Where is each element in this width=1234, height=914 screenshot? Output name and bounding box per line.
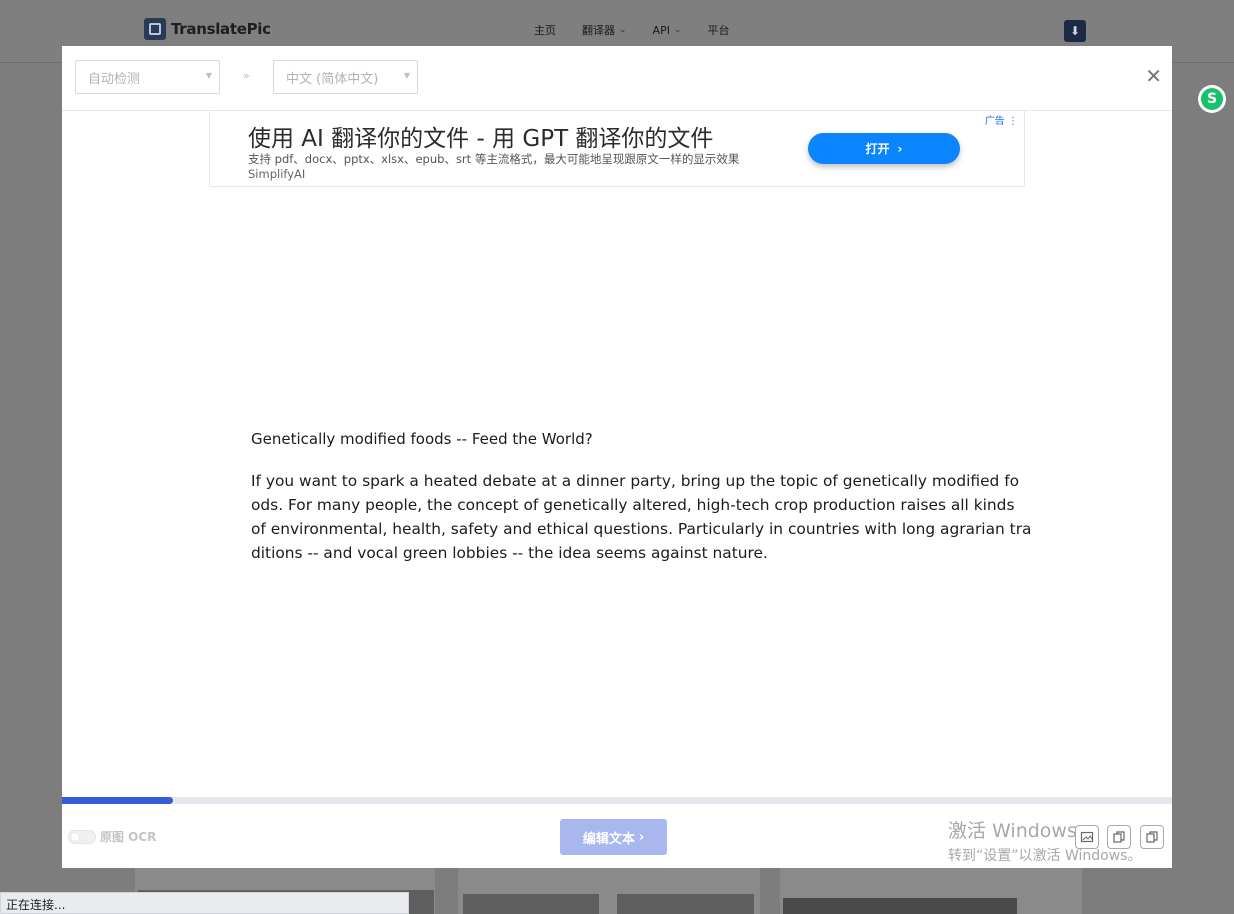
copy-translation-button[interactable] [1140, 825, 1164, 849]
nav-item-label: 主页 [534, 24, 556, 37]
caret-down-icon: ▼ [205, 71, 212, 80]
copy-icon [1113, 831, 1125, 843]
nav-item-label: API [652, 23, 670, 37]
original-ocr-toggle[interactable] [68, 830, 96, 844]
nav-item-label: 翻译器 [582, 24, 615, 37]
status-text: 正在连接... [6, 898, 66, 912]
ad-title: 使用 AI 翻译你的文件 - 用 GPT 翻译你的文件 [248, 126, 714, 152]
target-language-select[interactable]: 中文 (简体中文) ▼ [273, 60, 418, 94]
document-line: If you want to spark a heated debate at … [251, 472, 1020, 490]
ad-open-label: 打开 [865, 142, 890, 156]
chevron-right-icon: › [638, 829, 645, 845]
document-line: ditions -- and vocal green lobbies -- th… [251, 544, 768, 562]
edit-text-button[interactable]: 编辑文本 › [560, 819, 667, 855]
language-separator: » [243, 69, 250, 82]
image-tool-button[interactable] [1075, 825, 1099, 849]
ad-choices-label[interactable]: 广告 ⋮ [985, 112, 1018, 127]
browser-status-bar: 正在连接... [0, 892, 409, 914]
logo-text: TranslatePic [171, 20, 271, 38]
original-ocr-label: 原图 OCR [100, 830, 157, 844]
chevron-right-icon: › [897, 141, 903, 156]
progress-bar [62, 797, 1172, 804]
copy-button[interactable] [1107, 825, 1131, 849]
download-icon[interactable]: ⬇ [1064, 20, 1086, 42]
background-thumbnail [783, 898, 1017, 914]
logo[interactable]: TranslatePic [144, 18, 271, 40]
chevron-down-icon: ⌄ [619, 25, 627, 35]
chevron-down-icon: ⌄ [673, 25, 682, 35]
edit-text-label: 编辑文本 [582, 831, 635, 847]
logo-icon [144, 18, 166, 40]
nav-item-translator[interactable]: 翻译器 ⌄ [582, 22, 627, 38]
ad-open-button[interactable]: 打开 › [808, 133, 960, 164]
document-title: Genetically modified foods -- Feed the W… [251, 430, 593, 448]
ad-description: 支持 pdf、docx、pptx、xlsx、epub、srt 等主流格式，最大可… [248, 152, 740, 166]
background-thumbnail [617, 894, 754, 914]
translation-modal: 自动检测 ▼ » 中文 (简体中文) ▼ ✕ 使用 AI 翻译你的文件 - 用 … [62, 46, 1172, 868]
nav-item-label: 平台 [707, 24, 730, 37]
assistant-icon: S [1201, 88, 1223, 110]
document-paragraph: If you want to spark a heated debate at … [251, 469, 1032, 565]
document-line: of environmental, health, safety and eth… [251, 520, 1032, 538]
modal-toolbar: 自动检测 ▼ » 中文 (简体中文) ▼ ✕ [62, 46, 1172, 111]
image-icon [1080, 831, 1094, 843]
copy-icon [1146, 831, 1158, 843]
target-language-value: 中文 (简体中文) [286, 71, 379, 87]
document-line: ods. For many people, the concept of gen… [251, 496, 1015, 514]
source-language-value: 自动检测 [88, 71, 141, 87]
source-language-select[interactable]: 自动检测 ▼ [75, 60, 220, 94]
background-thumbnail [463, 894, 599, 914]
ad-sponsor: SimplifyAI [248, 167, 306, 181]
nav-item-platform[interactable]: 平台 [708, 22, 730, 38]
toggle-knob [71, 833, 79, 841]
floating-assistant-button[interactable]: S [1198, 85, 1226, 113]
nav-item-api[interactable]: API ⌄ [653, 22, 682, 38]
main-nav: 主页 翻译器 ⌄ API ⌄ 平台 [534, 22, 756, 38]
ad-banner[interactable]: 使用 AI 翻译你的文件 - 用 GPT 翻译你的文件 支持 pdf、docx、… [209, 110, 1025, 187]
progress-fill [62, 797, 173, 804]
ad-label-text: 广告 [984, 116, 1005, 127]
caret-down-icon: ▼ [403, 71, 410, 80]
nav-item-home[interactable]: 主页 [534, 22, 556, 38]
close-icon[interactable]: ✕ [1145, 66, 1162, 86]
more-vertical-icon: ⋮ [1008, 116, 1018, 127]
